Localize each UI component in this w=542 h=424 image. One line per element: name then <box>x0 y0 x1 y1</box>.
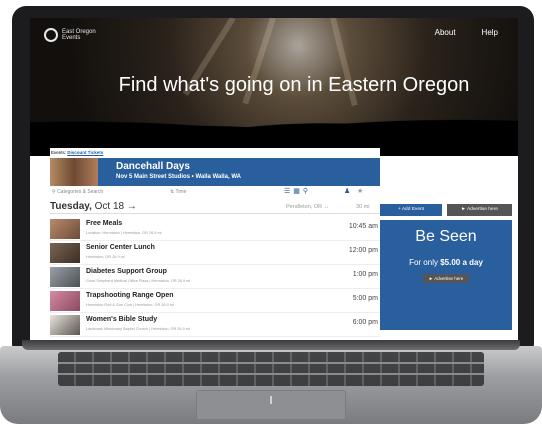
ad-subtitle: For only $5.00 a day <box>380 258 512 267</box>
featured-event-details: Nov 5 Main Street Studios • Walla Walla,… <box>116 174 242 180</box>
time-filter[interactable]: ⇅ Time <box>170 189 186 195</box>
date: Oct 18 <box>94 201 125 212</box>
laptop-screen: East Oregon Events About Help Find what'… <box>30 18 518 340</box>
list-item[interactable]: Free Meals Location: Hermiston | Hermist… <box>50 217 380 241</box>
event-meta: Hermiston Rod & Gun Club | Hermiston, OR… <box>86 303 174 307</box>
nav-about-link[interactable]: About <box>435 28 456 37</box>
logo-text: East Oregon Events <box>62 29 96 41</box>
ad-title: Be Seen <box>415 228 477 245</box>
view-switcher: ☰▦⚲ <box>284 187 311 195</box>
day-header: Tuesday, Oct 18 → Pendleton, OR ↔ 30 mi <box>50 200 380 214</box>
featured-event-image <box>50 158 98 186</box>
grid-view-icon[interactable]: ▦ <box>293 188 303 195</box>
radius-filter[interactable]: 30 mi <box>356 204 369 210</box>
event-list: Free Meals Location: Hermiston | Hermist… <box>50 217 380 337</box>
event-thumbnail <box>50 315 80 335</box>
event-meta: Landmark Missionary Baptist Church | Her… <box>86 327 190 331</box>
time-filter-icon: ⇅ <box>170 189 175 195</box>
laptop-trackpad <box>196 390 346 420</box>
category-search-label: Categories & Search <box>57 189 104 195</box>
event-title: Free Meals <box>86 220 123 227</box>
event-meta: Good Shepherd Medical Office Plaza | Her… <box>86 279 191 283</box>
event-time: 12:00 pm <box>348 247 378 254</box>
advertise-button[interactable]: ► Advertise here <box>447 204 512 216</box>
event-title: Senior Center Lunch <box>86 244 155 251</box>
star-icon[interactable]: ★ <box>357 187 363 195</box>
list-item[interactable]: Women's Bible Study Landmark Missionary … <box>50 313 380 337</box>
site-logo[interactable]: East Oregon Events <box>44 28 102 42</box>
hero-banner: East Oregon Events About Help Find what'… <box>30 18 518 156</box>
breadcrumb-label: Events: <box>51 150 67 155</box>
date-arrow-icon[interactable]: → <box>127 201 137 212</box>
location-arrow-icon: ↔ <box>323 204 330 210</box>
advertise-panel: Be Seen For only $5.00 a day ► Advertise… <box>380 220 512 330</box>
crowd-silhouette <box>30 96 518 156</box>
megaphone-icon: ► <box>461 207 466 212</box>
event-title: Trapshooting Range Open <box>86 292 174 299</box>
ad-advertise-label: Advertise here <box>434 276 464 281</box>
list-item[interactable]: Trapshooting Range Open Hermiston Rod & … <box>50 289 380 313</box>
logo-icon <box>44 28 58 42</box>
event-thumbnail <box>50 291 80 311</box>
list-item[interactable]: Senior Center Lunch Hermiston, OR 26.9 m… <box>50 241 380 265</box>
featured-event-banner[interactable]: Dancehall Days Nov 5 Main Street Studios… <box>50 158 380 186</box>
top-nav: About Help <box>435 28 498 37</box>
megaphone-icon: ► <box>428 276 434 281</box>
map-pin-icon[interactable]: ⚲ <box>303 188 311 195</box>
advertise-button-label: Advertise here <box>466 207 498 212</box>
featured-event-title: Dancehall Days <box>116 161 190 172</box>
event-title: Women's Bible Study <box>86 316 158 323</box>
event-thumbnail <box>50 243 80 263</box>
event-meta: Hermiston, OR 26.9 mi <box>86 255 125 259</box>
person-icon[interactable]: ♟ <box>344 187 350 195</box>
event-time: 6:00 pm <box>352 319 378 326</box>
hero-title: Find what's going on in Eastern Oregon <box>118 74 470 96</box>
ad-prefix: For only <box>409 258 438 267</box>
breadcrumb: Events: Discount Tickets <box>50 148 380 158</box>
discount-tickets-link[interactable]: Discount Tickets <box>67 150 103 155</box>
event-time: 5:00 pm <box>352 295 378 302</box>
category-search[interactable]: ⚲ Categories & Search <box>52 189 103 195</box>
weekday: Tuesday, <box>50 201 92 212</box>
search-icon: ⚲ <box>52 189 56 195</box>
filter-toolbar: ⚲ Categories & Search ⇅ Time ☰▦⚲ ♟ ★ <box>50 186 380 198</box>
list-item[interactable]: Diabetes Support Group Good Shepherd Med… <box>50 265 380 289</box>
time-filter-label: Time <box>175 189 187 195</box>
trackpad-line <box>270 396 272 404</box>
ad-price: $5.00 a day <box>440 258 483 267</box>
event-meta: Location: Hermiston | Hermiston, OR 26.9… <box>86 231 162 235</box>
laptop-keyboard <box>58 352 484 386</box>
day-label: Tuesday, Oct 18 → <box>50 201 137 212</box>
location-filter[interactable]: Pendleton, OR ↔ <box>286 204 329 210</box>
location-text: Pendleton, OR <box>286 204 323 210</box>
event-title: Diabetes Support Group <box>86 268 167 275</box>
event-time: 10:45 am <box>348 223 378 230</box>
keyboard-row <box>58 373 484 375</box>
event-time: 1:00 pm <box>352 271 378 278</box>
laptop-hinge <box>22 340 520 350</box>
nav-help-link[interactable]: Help <box>482 28 498 37</box>
event-thumbnail <box>50 267 80 287</box>
add-event-button[interactable]: + Add Event <box>380 204 442 216</box>
event-thumbnail <box>50 219 80 239</box>
keyboard-row <box>58 362 484 364</box>
ad-advertise-button[interactable]: ► Advertise here <box>422 274 470 283</box>
list-view-icon[interactable]: ☰ <box>284 188 293 195</box>
